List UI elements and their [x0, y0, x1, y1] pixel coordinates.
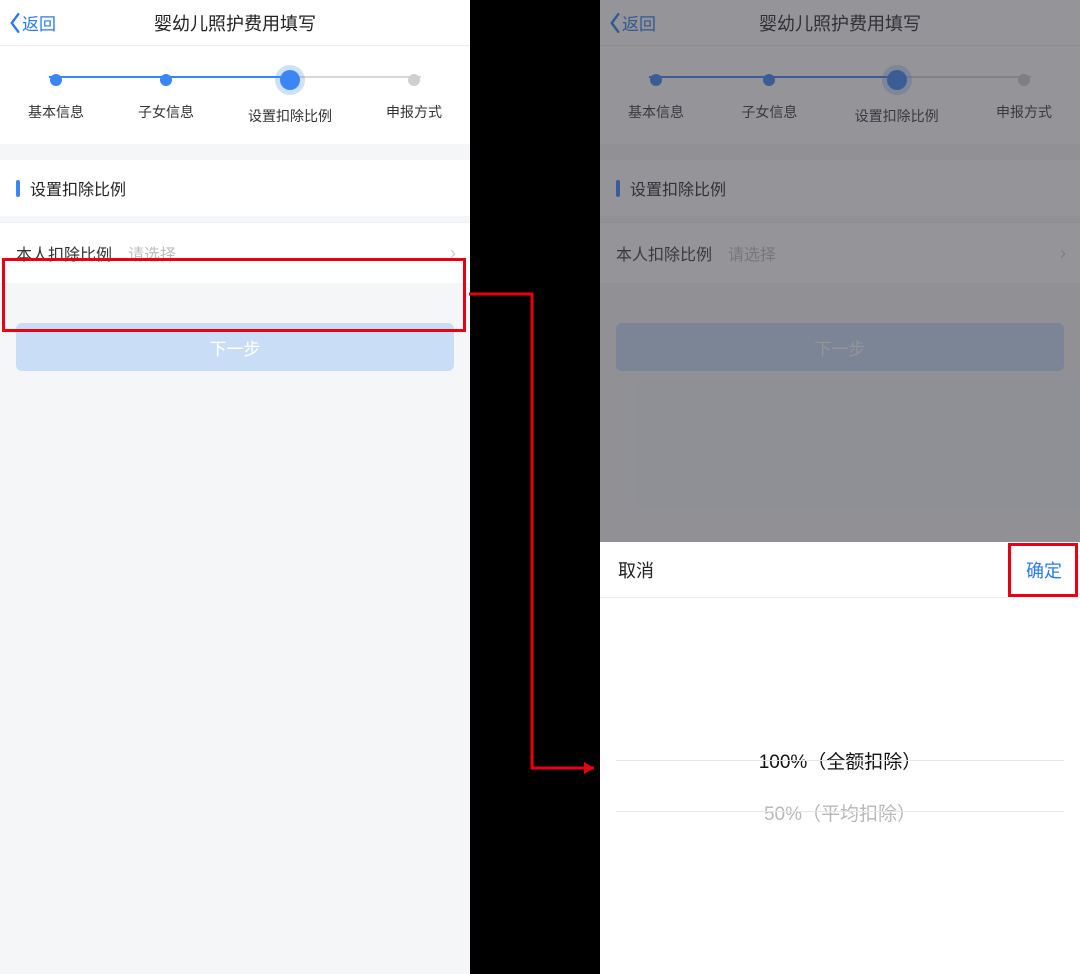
picker-wheel[interactable]: 100%（全额扣除） 50%（平均扣除） — [600, 598, 1080, 974]
step-basic-info: 基本信息 — [28, 74, 84, 122]
step-declare-method: 申报方式 — [386, 74, 442, 122]
step-declare-method: 申报方式 — [996, 74, 1052, 122]
step-label: 申报方式 — [386, 102, 442, 122]
chevron-left-icon — [608, 12, 622, 34]
back-label: 返回 — [622, 10, 656, 35]
screen-before: 返回 婴幼儿照护费用填写 基本信息 子女信息 设置扣除比例 申报方式 — [0, 0, 470, 974]
screen-after: 返回 婴幼儿照护费用填写 基本信息 子女信息 设置扣除比例 申报方式 — [600, 0, 1080, 974]
step-dot-future-icon — [1018, 74, 1030, 86]
next-button-label: 下一步 — [815, 335, 866, 360]
confirm-button[interactable]: 确定 — [1026, 557, 1062, 583]
picker-option[interactable]: 100%（全额扣除） — [600, 734, 1080, 786]
next-button[interactable]: 下一步 — [16, 323, 454, 371]
step-dot-future-icon — [408, 74, 420, 86]
ratio-field[interactable]: 本人扣除比例 请选择 › — [600, 222, 1080, 283]
chevron-right-icon: › — [1060, 243, 1066, 264]
stepper: 基本信息 子女信息 设置扣除比例 申报方式 — [600, 46, 1080, 144]
stepper: 基本信息 子女信息 设置扣除比例 申报方式 — [0, 46, 470, 144]
next-button[interactable]: 下一步 — [616, 323, 1064, 371]
ratio-picker: 取消 确定 100%（全额扣除） 50%（平均扣除） — [600, 542, 1080, 974]
step-label: 基本信息 — [28, 102, 84, 122]
section-ratio: 设置扣除比例 — [600, 160, 1080, 216]
page-title: 婴幼儿照护费用填写 — [0, 10, 470, 36]
section-title: 设置扣除比例 — [600, 160, 1080, 216]
picker-toolbar: 取消 确定 — [600, 542, 1080, 598]
picker-option[interactable]: 50%（平均扣除） — [600, 786, 1080, 838]
ratio-field[interactable]: 本人扣除比例 请选择 › — [0, 222, 470, 283]
step-deduction-ratio: 设置扣除比例 — [855, 70, 939, 126]
topbar: 返回 婴幼儿照护费用填写 — [600, 0, 1080, 46]
step-dot-icon — [763, 74, 775, 86]
step-label: 子女信息 — [741, 102, 797, 122]
step-dot-icon — [50, 74, 62, 86]
field-placeholder: 请选择 — [128, 241, 176, 265]
step-deduction-ratio: 设置扣除比例 — [248, 70, 332, 126]
field-placeholder: 请选择 — [728, 241, 776, 265]
annotation-arrow-icon — [466, 290, 606, 780]
field-label: 本人扣除比例 — [16, 241, 112, 265]
field-label: 本人扣除比例 — [616, 241, 712, 265]
topbar: 返回 婴幼儿照护费用填写 — [0, 0, 470, 46]
step-label: 设置扣除比例 — [248, 106, 332, 126]
next-button-label: 下一步 — [210, 335, 261, 360]
cancel-button[interactable]: 取消 — [618, 557, 654, 583]
step-label: 基本信息 — [628, 102, 684, 122]
step-basic-info: 基本信息 — [628, 74, 684, 122]
step-child-info: 子女信息 — [138, 74, 194, 122]
step-label: 申报方式 — [996, 102, 1052, 122]
step-dot-active-icon — [887, 70, 907, 90]
step-label: 设置扣除比例 — [855, 106, 939, 126]
step-dot-icon — [650, 74, 662, 86]
back-button[interactable]: 返回 — [600, 10, 656, 35]
chevron-right-icon: › — [450, 243, 456, 264]
page-title: 婴幼儿照护费用填写 — [600, 10, 1080, 36]
chevron-left-icon — [8, 12, 22, 34]
step-dot-icon — [160, 74, 172, 86]
section-title: 设置扣除比例 — [0, 160, 470, 216]
step-label: 子女信息 — [138, 102, 194, 122]
step-dot-active-icon — [280, 70, 300, 90]
back-label: 返回 — [22, 10, 56, 35]
back-button[interactable]: 返回 — [0, 10, 56, 35]
watermark: 江西龙网 — [984, 939, 1072, 968]
step-child-info: 子女信息 — [741, 74, 797, 122]
section-ratio: 设置扣除比例 — [0, 160, 470, 216]
